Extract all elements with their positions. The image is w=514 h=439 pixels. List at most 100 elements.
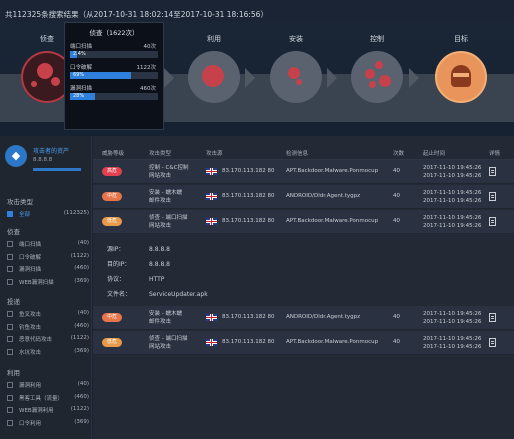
- checkbox-checked-icon[interactable]: [7, 211, 13, 217]
- stage-label: 利用: [207, 35, 221, 43]
- detail-field: 目的IP： 8.8.8.8: [107, 261, 170, 268]
- col-time[interactable]: 起止时间: [423, 149, 445, 157]
- checkbox-icon[interactable]: [7, 336, 13, 342]
- alerts-table: 威胁等级 攻击类型 攻击源 检测信息 次数 起止时间 详情 高危 控制 - C&…: [93, 136, 514, 439]
- filter-item[interactable]: WEB漏洞扫描 (369): [7, 278, 89, 288]
- checkbox-icon[interactable]: [7, 253, 13, 260]
- filter-item[interactable]: 端口扫描 (40): [7, 240, 89, 250]
- recon-title: 侦查: [7, 228, 20, 236]
- checkbox-icon[interactable]: [7, 382, 13, 388]
- filter-all[interactable]: 全部 (112325): [7, 210, 89, 220]
- search-summary: 共112325条搜索结果（从2017-10-31 18:02:14至2017-1…: [0, 0, 514, 22]
- time-range: 2017-11-10 19:45:26 2017-11-10 19:45:26: [423, 190, 482, 204]
- detail-icon[interactable]: [489, 167, 496, 176]
- filter-count: (40): [77, 240, 89, 246]
- checkbox-icon[interactable]: [7, 323, 13, 330]
- filter-item[interactable]: 恶意代码攻击 (1122): [7, 335, 89, 345]
- filter-label: 漏洞扫描: [19, 267, 42, 273]
- detail-field: 文件名： ServiceUpdater.apk: [107, 291, 208, 298]
- col-detail[interactable]: 详情: [489, 149, 500, 157]
- time-range: 2017-11-10 19:45:26 2017-11-10 19:45:26: [423, 336, 482, 350]
- filter-item[interactable]: 鱼叉攻击 (40): [7, 310, 89, 320]
- stage-label: 控制: [370, 35, 384, 43]
- stage-circle: [270, 51, 322, 103]
- detail-field: 协议： HTTP: [107, 276, 165, 283]
- popup-title: 侦查（1622次）: [89, 29, 139, 37]
- col-count[interactable]: 次数: [393, 149, 404, 157]
- attack-type: 侦查 - 端口扫描 网站攻击: [149, 336, 188, 350]
- severity-badge: 中危: [102, 313, 122, 322]
- uk-flag-icon: [206, 339, 217, 346]
- checkbox-icon[interactable]: [7, 348, 13, 355]
- checkbox-icon[interactable]: [7, 311, 13, 317]
- attack-source: 83.170.113.182 80: [222, 193, 275, 199]
- filter-count: (1122): [70, 335, 89, 341]
- filter-item[interactable]: 钓鱼攻击 (460): [7, 323, 89, 333]
- filter-count: (369): [74, 418, 89, 425]
- table-row[interactable]: 中危 安装 - 蠕木蠕 邮件攻击 83.170.113.182 80 ANDROI…: [93, 185, 514, 209]
- attack-source: 83.170.113.182 80: [222, 339, 275, 345]
- android-icon: ◆: [5, 145, 27, 167]
- filter-label: 口令利用: [19, 420, 42, 427]
- attack-type: 控制 - C&C控制 网站攻击: [149, 165, 189, 179]
- table-row[interactable]: 中危 安装 - 蠕木蠕 邮件攻击 83.170.113.182 80 ANDROI…: [93, 306, 514, 330]
- filter-label: WEB漏洞扫描: [19, 279, 54, 286]
- col-rule[interactable]: 检测信息: [286, 149, 308, 157]
- checkbox-icon[interactable]: [7, 419, 13, 426]
- filter-item[interactable]: WEB漏洞利用 (1122): [7, 406, 89, 416]
- hit-count: 40: [393, 314, 400, 320]
- checkbox-icon[interactable]: [7, 266, 13, 272]
- table-row[interactable]: 低危 侦查 - 端口扫描 网站攻击 83.170.113.182 80 APT.B…: [93, 210, 514, 234]
- table-header: 威胁等级 攻击类型 攻击源 检测信息 次数 起止时间 详情: [93, 147, 514, 160]
- stage-circle: [188, 51, 240, 103]
- stage-circle: [435, 51, 487, 103]
- checkbox-icon[interactable]: [7, 394, 13, 401]
- filter-label: 黑客工具（流量）: [19, 395, 64, 402]
- checkbox-icon[interactable]: [7, 407, 13, 413]
- attack-source: 83.170.113.182 80: [222, 218, 275, 224]
- severity-badge: 低危: [102, 338, 122, 347]
- filter-count: (1122): [70, 252, 89, 259]
- hit-count: 40: [393, 218, 400, 224]
- col-type[interactable]: 攻击类型: [149, 149, 171, 157]
- arrow-icon: [409, 68, 419, 88]
- arrow-icon: [327, 68, 337, 88]
- hit-count: 40: [393, 339, 400, 345]
- row-detail-panel: 源IP： 8.8.8.8 目的IP： 8.8.8.8 协议： HTTP 文件名： Servic…: [93, 238, 514, 306]
- detection-info: APT.Backdoor.Malware.Ponmocup: [286, 339, 379, 345]
- filter-item[interactable]: 口令利用 (369): [7, 419, 89, 429]
- col-source[interactable]: 攻击源: [206, 149, 223, 157]
- attack-type: 安装 - 蠕木蠕 邮件攻击: [149, 190, 182, 204]
- detection-info: ANDROID/Dldr.Agent.tygpz: [286, 314, 361, 320]
- detail-icon[interactable]: [489, 192, 496, 201]
- filter-count: (112325): [63, 210, 89, 216]
- severity-badge: 中危: [102, 192, 122, 201]
- checkbox-icon[interactable]: [7, 278, 13, 285]
- filter-label: 钓鱼攻击: [19, 324, 42, 331]
- detail-icon[interactable]: [489, 217, 496, 226]
- filter-item[interactable]: 口令破解 (1122): [7, 253, 89, 263]
- filter-item[interactable]: 漏洞扫描 (460): [7, 265, 89, 275]
- filter-label: 全部: [19, 212, 31, 218]
- attack-type: 侦查 - 端口扫描 网站攻击: [149, 215, 188, 229]
- checkbox-icon[interactable]: [7, 241, 13, 247]
- filter-label: 口令破解: [19, 254, 42, 261]
- recon-popup: 侦查（1622次） 端口扫描 40次 2.4% 口令破解 1122次 69% 漏洞扫描 4…: [64, 22, 164, 130]
- uk-flag-icon: [206, 314, 217, 321]
- filter-item[interactable]: 黑客工具（流量） (460): [7, 394, 89, 404]
- popup-item: 端口扫描 40次: [70, 44, 156, 50]
- table-row[interactable]: 高危 控制 - C&C控制 网站攻击 83.170.113.182 80 APT.…: [93, 160, 514, 184]
- col-level[interactable]: 威胁等级: [102, 149, 124, 157]
- hit-count: 40: [393, 168, 400, 174]
- uk-flag-icon: [206, 218, 217, 225]
- asset-name[interactable]: 攻击者的资产: [33, 146, 69, 155]
- filter-item[interactable]: 水坑攻击 (369): [7, 348, 89, 358]
- detail-icon[interactable]: [489, 313, 496, 322]
- hit-count: 40: [393, 193, 400, 199]
- detail-icon[interactable]: [489, 338, 496, 347]
- filter-item[interactable]: 漏洞利用 (40): [7, 381, 89, 391]
- filter-sidebar: ◆ 攻击者的资产 8.8.8.8 攻击类型 全部 (112325) 侦查 端口扫…: [0, 136, 92, 439]
- table-row[interactable]: 低危 侦查 - 端口扫描 网站攻击 83.170.113.182 80 APT.B…: [93, 331, 514, 355]
- attack-source: 83.170.113.182 80: [222, 314, 275, 320]
- detection-info: ANDROID/Dldr.Agent.tygpz: [286, 193, 361, 199]
